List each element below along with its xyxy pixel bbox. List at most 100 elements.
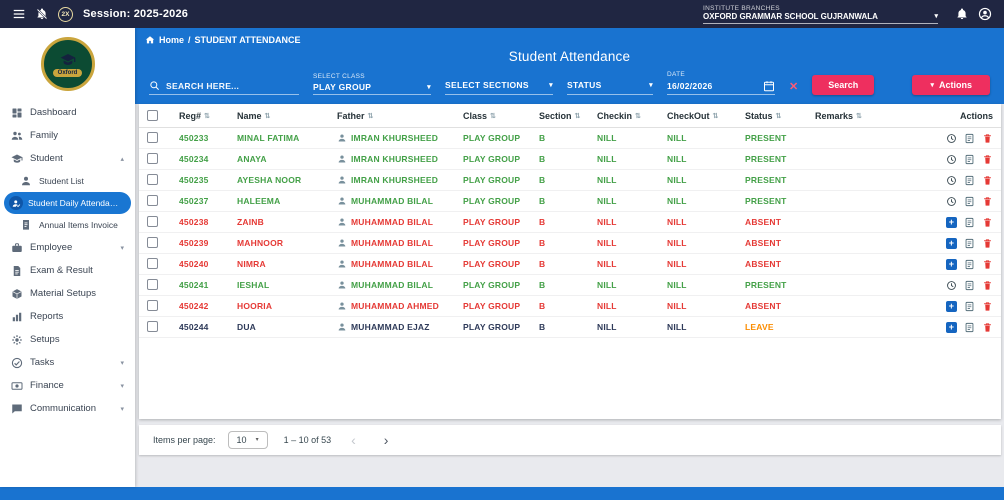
sidebar-item-exam-result[interactable]: Exam & Result — [0, 259, 135, 282]
institute-branch-select[interactable]: INSTITUTE BRANCHES OXFORD GRAMMAR SCHOOL… — [703, 5, 938, 24]
column-header-reg[interactable]: Reg# ⇅ — [179, 111, 237, 121]
remarks-icon[interactable] — [964, 175, 975, 186]
table-row[interactable]: 450235 AYESHA NOOR IMRAN KHURSHEED PLAY GRO… — [139, 170, 1001, 191]
sections-select[interactable]: SELECT SECTIONS ▾ — [445, 80, 553, 95]
actions-button[interactable]: ▾ Actions — [912, 75, 990, 95]
delete-icon[interactable] — [982, 301, 993, 312]
table-row[interactable]: 450239 MAHNOOR MUHAMMAD BILAL PLAY GROUP B NI… — [139, 233, 1001, 254]
remarks-icon[interactable] — [964, 259, 975, 270]
table-row[interactable]: 450234 ANAYA IMRAN KHURSHEED PLAY GROUP B NIL… — [139, 149, 1001, 170]
sidebar-item-student[interactable]: Student ▴ — [0, 147, 135, 170]
history-icon[interactable] — [946, 154, 957, 165]
account-icon[interactable] — [978, 7, 992, 21]
notifications-off-icon[interactable] — [36, 8, 48, 20]
add-attendance-icon[interactable]: + — [946, 237, 957, 249]
table-row[interactable]: 450244 DUA MUHAMMAD EJAZ PLAY GROUP B NILL NIL… — [139, 317, 1001, 338]
add-attendance-icon[interactable]: + — [946, 216, 957, 228]
table-row[interactable]: 450242 HOORIA MUHAMMAD AHMED PLAY GROUP B NIL… — [139, 296, 1001, 317]
delete-icon[interactable] — [982, 238, 993, 249]
column-header-status[interactable]: Status ⇅ — [745, 111, 815, 121]
add-attendance-icon[interactable]: + — [946, 258, 957, 270]
sidebar-item-employee[interactable]: Employee ▾ — [0, 236, 135, 259]
status-select[interactable]: STATUS ▾ — [567, 80, 653, 95]
sidebar-item-annual-items-invoice[interactable]: Annual Items Invoice — [0, 214, 135, 236]
remarks-icon[interactable] — [964, 133, 975, 144]
delete-icon[interactable] — [982, 154, 993, 165]
sidebar-item-setups[interactable]: Setups — [0, 328, 135, 351]
column-header-father[interactable]: Father ⇅ — [337, 111, 463, 121]
delete-icon[interactable] — [982, 217, 993, 228]
items-per-page-label: Items per page: — [153, 435, 216, 445]
search-input[interactable] — [166, 80, 299, 91]
column-header-remarks[interactable]: Remarks ⇅ — [815, 111, 893, 121]
row-checkbox[interactable] — [147, 257, 158, 269]
remarks-icon[interactable] — [964, 217, 975, 228]
delete-icon[interactable] — [982, 133, 993, 144]
calendar-icon[interactable] — [763, 80, 775, 92]
items-per-page-select[interactable]: 10 ▾ — [227, 431, 268, 449]
delete-icon[interactable] — [982, 175, 993, 186]
remarks-icon[interactable] — [964, 154, 975, 165]
menu-icon[interactable] — [12, 7, 26, 21]
sidebar-item-communication[interactable]: Communication ▾ — [0, 397, 135, 420]
delete-icon[interactable] — [982, 196, 993, 207]
table-row[interactable]: 450241 IESHAL MUHAMMAD BILAL PLAY GROUP B NIL… — [139, 275, 1001, 296]
column-header-checkin[interactable]: Checkin ⇅ — [597, 111, 667, 121]
add-attendance-icon[interactable]: + — [946, 300, 957, 312]
sidebar-item-tasks[interactable]: Tasks ▾ — [0, 351, 135, 374]
row-checkbox[interactable] — [147, 278, 158, 290]
history-icon[interactable] — [946, 196, 957, 207]
history-icon[interactable] — [946, 133, 957, 144]
sidebar-item-family[interactable]: Family — [0, 124, 135, 147]
table-row[interactable]: 450240 NIMRA MUHAMMAD BILAL PLAY GROUP B NILL… — [139, 254, 1001, 275]
delete-icon[interactable] — [982, 259, 993, 270]
sidebar-item-reports[interactable]: Reports — [0, 305, 135, 328]
person-icon — [337, 322, 347, 332]
remarks-icon[interactable] — [964, 196, 975, 207]
bell-icon[interactable] — [956, 8, 968, 20]
column-header-checkout[interactable]: CheckOut ⇅ — [667, 111, 745, 121]
search-button[interactable]: Search — [812, 75, 875, 95]
next-page-button[interactable]: › — [376, 432, 397, 448]
sidebar-item-student-daily-attendance[interactable]: Student Daily Attendance — [4, 192, 131, 214]
add-attendance-icon[interactable]: + — [946, 321, 957, 333]
table-row[interactable]: 450233 MINAL FATIMA IMRAN KHURSHEED PLAY GR… — [139, 128, 1001, 149]
prev-page-button[interactable]: ‹ — [343, 432, 364, 448]
remarks-icon[interactable] — [964, 238, 975, 249]
date-field[interactable]: DATE 16/02/2026 — [667, 71, 775, 95]
row-checkbox[interactable] — [147, 236, 158, 248]
remarks-icon[interactable] — [964, 322, 975, 333]
home-icon[interactable] — [145, 35, 155, 45]
row-checkbox[interactable] — [147, 173, 158, 185]
sidebar-item-finance[interactable]: Finance ▾ — [0, 374, 135, 397]
remarks-icon[interactable] — [964, 280, 975, 291]
history-icon[interactable] — [946, 280, 957, 291]
clear-filters-icon[interactable]: ✕ — [789, 80, 798, 93]
class-select[interactable]: SELECT CLASS PLAY GROUP ▾ — [313, 73, 431, 95]
breadcrumb-home[interactable]: Home — [159, 35, 184, 45]
actions-button-label: Actions — [938, 80, 972, 90]
sidebar-item-dashboard[interactable]: Dashboard — [0, 101, 135, 124]
history-icon[interactable] — [946, 175, 957, 186]
row-checkbox[interactable] — [147, 215, 158, 227]
delete-icon[interactable] — [982, 280, 993, 291]
table-row[interactable]: 450238 ZAINB MUHAMMAD BILAL PLAY GROUP B NILL… — [139, 212, 1001, 233]
table-row[interactable]: 450237 HALEEMA MUHAMMAD BILAL PLAY GROUP B NI… — [139, 191, 1001, 212]
row-checkbox[interactable] — [147, 131, 158, 143]
column-header-section[interactable]: Section ⇅ — [539, 111, 597, 121]
delete-icon[interactable] — [982, 322, 993, 333]
row-checkbox[interactable] — [147, 299, 158, 311]
select-all-checkbox[interactable] — [147, 110, 158, 121]
cell-father: MUHAMMAD AHMED — [337, 301, 463, 311]
row-checkbox[interactable] — [147, 152, 158, 164]
column-header-name[interactable]: Name ⇅ — [237, 111, 337, 121]
row-checkbox[interactable] — [147, 194, 158, 206]
row-checkbox[interactable] — [147, 320, 158, 332]
column-header-class[interactable]: Class ⇅ — [463, 111, 539, 121]
sidebar-item-student-list[interactable]: Student List — [0, 170, 135, 192]
breadcrumb: Home / STUDENT ATTENDANCE — [145, 33, 994, 47]
cell-reg: 450233 — [179, 133, 209, 143]
search-field[interactable] — [149, 80, 299, 95]
sidebar-item-material-setups[interactable]: Material Setups — [0, 282, 135, 305]
remarks-icon[interactable] — [964, 301, 975, 312]
